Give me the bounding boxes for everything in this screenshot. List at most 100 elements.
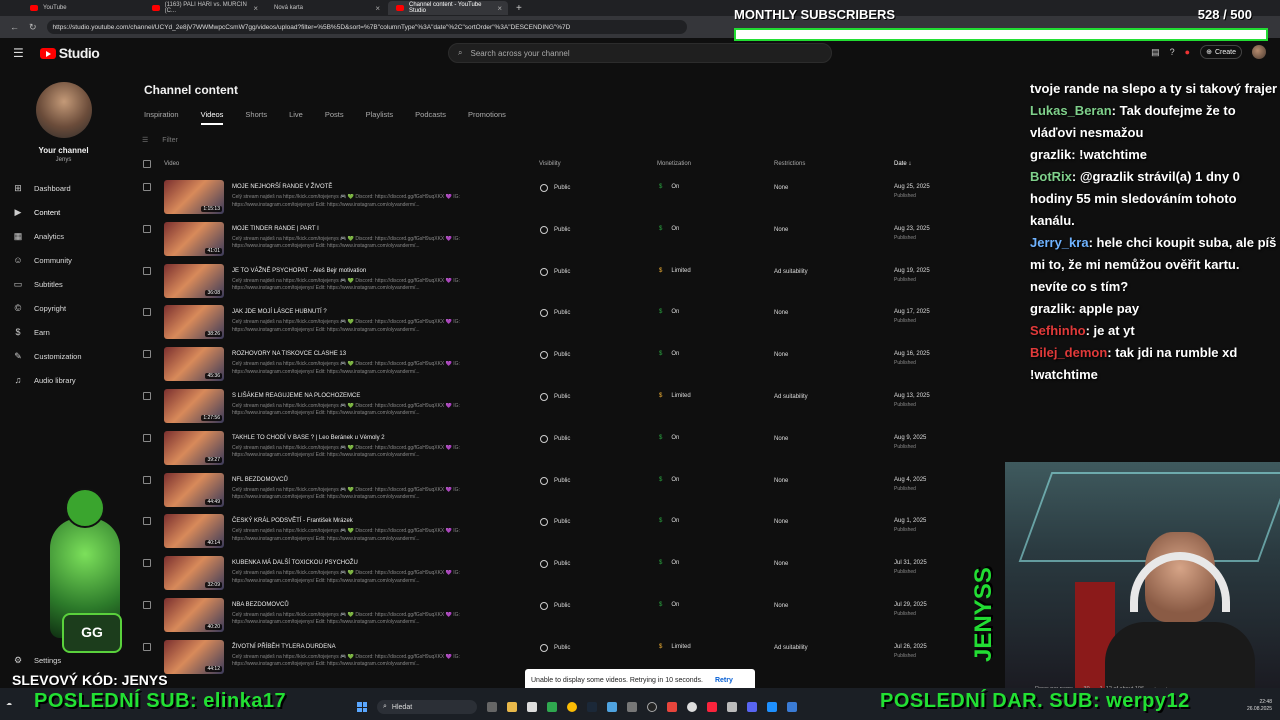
row-checkbox[interactable] <box>143 517 151 526</box>
column-restrictions[interactable]: Restrictions <box>774 161 805 167</box>
monetization-cell[interactable]: $ Limited <box>659 393 691 399</box>
visibility-cell[interactable]: Public <box>540 434 570 443</box>
monetization-cell[interactable]: $ On <box>659 560 679 566</box>
store-icon[interactable] <box>527 702 537 712</box>
video-thumbnail[interactable]: 45:36 <box>164 347 224 382</box>
video-thumbnail[interactable]: 44:49 <box>164 472 224 507</box>
filter-input[interactable]: Filter <box>162 137 178 144</box>
column-date[interactable]: Date ↓ <box>894 161 911 167</box>
steam-icon[interactable] <box>587 702 597 712</box>
visibility-cell[interactable]: Public <box>540 392 570 401</box>
video-thumbnail[interactable]: 32:09 <box>164 556 224 591</box>
filter-bar[interactable]: ☰ Filter <box>142 136 178 145</box>
visibility-cell[interactable]: Public <box>540 225 570 234</box>
video-title[interactable]: NBA BEZDOMOVCŮ <box>232 602 289 608</box>
row-checkbox[interactable] <box>143 266 151 275</box>
video-thumbnail[interactable]: 39:27 <box>164 430 224 465</box>
windows-start-icon[interactable] <box>357 702 367 712</box>
visibility-cell[interactable]: Public <box>540 601 570 610</box>
monetization-cell[interactable]: $ On <box>659 602 679 608</box>
video-title[interactable]: NFL BEZDOMOVCŮ <box>232 477 288 483</box>
reload-icon[interactable]: ↻ <box>29 22 37 33</box>
row-checkbox[interactable] <box>143 391 151 400</box>
video-title[interactable]: KUBENKA MÁ DALŠÍ TOXICKOU PSYCHOŽU <box>232 560 358 566</box>
app-icon[interactable] <box>727 702 737 712</box>
browser-tab[interactable]: (1163) PALI HARI vs. MURCIN (C... × <box>144 1 264 15</box>
app-icon[interactable] <box>687 702 697 712</box>
row-checkbox[interactable] <box>143 433 151 442</box>
visibility-cell[interactable]: Public <box>540 476 570 485</box>
column-monetization[interactable]: Monetization <box>657 161 691 167</box>
visibility-cell[interactable]: Public <box>540 560 570 569</box>
video-title[interactable]: MOJE TINDER RANDE | PART I <box>232 226 319 232</box>
monetization-cell[interactable]: $ On <box>659 351 679 357</box>
sidebar-item-copyright[interactable]: © Copyright <box>0 296 127 320</box>
row-checkbox[interactable] <box>143 559 151 568</box>
video-thumbnail[interactable]: 38:26 <box>164 305 224 340</box>
tab-playlists[interactable]: Playlists <box>366 110 394 125</box>
video-title[interactable]: TAKHLE TO CHODÍ V BASE ? | Leo Beránek u… <box>232 435 385 441</box>
visibility-cell[interactable]: Public <box>540 309 570 318</box>
sidebar-item-analytics[interactable]: ▦ Analytics <box>0 224 127 248</box>
taskbar-search[interactable]: ⌕ Hledat <box>377 700 477 714</box>
sidebar-item-content[interactable]: ▶ Content <box>0 200 127 224</box>
monetization-cell[interactable]: $ On <box>659 226 679 232</box>
app-icon[interactable] <box>607 702 617 712</box>
video-title[interactable]: ROZHOVORY NA TISKOVCE CLASHE 13 <box>232 351 346 357</box>
sidebar-item-earn[interactable]: $ Earn <box>0 320 127 344</box>
obs-icon[interactable] <box>647 702 657 712</box>
video-title[interactable]: S LIŠÁKEM REAGUJEME NA PLOCHOZEMCE <box>232 393 360 399</box>
file-explorer-icon[interactable] <box>507 702 517 712</box>
studio-logo[interactable]: Studio <box>39 45 100 61</box>
row-checkbox[interactable] <box>143 475 151 484</box>
close-tab-icon[interactable]: × <box>375 4 380 13</box>
video-thumbnail[interactable]: 40:14 <box>164 514 224 549</box>
discord-icon[interactable] <box>747 702 757 712</box>
notifications-icon[interactable]: ● <box>1185 47 1190 57</box>
weather-widget[interactable]: ☁ <box>6 700 12 707</box>
tab-inspiration[interactable]: Inspiration <box>144 110 179 125</box>
url-field[interactable]: https://studio.youtube.com/channel/UCYd_… <box>46 20 687 34</box>
sidebar-item-customization[interactable]: ✎ Customization <box>0 344 127 368</box>
row-checkbox[interactable] <box>143 183 151 191</box>
select-all-checkbox[interactable] <box>143 160 151 168</box>
monetization-cell[interactable]: $ On <box>659 309 679 315</box>
video-title[interactable]: ŽIVOTNÍ PŘÍBĚH TYLERA DURDENA <box>232 644 336 650</box>
video-thumbnail[interactable]: 41:01 <box>164 221 224 256</box>
row-checkbox[interactable] <box>143 642 151 651</box>
close-tab-icon[interactable]: × <box>253 4 258 13</box>
help-icon[interactable]: ? <box>1170 47 1175 57</box>
menu-icon[interactable]: ☰ <box>13 46 24 60</box>
filter-icon[interactable]: ☰ <box>142 136 148 144</box>
app-icon[interactable] <box>627 702 637 712</box>
video-thumbnail[interactable]: 1:27:56 <box>164 388 224 423</box>
monetization-cell[interactable]: $ On <box>659 477 679 483</box>
visibility-cell[interactable]: Public <box>540 518 570 527</box>
browser-tab-active[interactable]: Channel content - YouTube Studio × <box>388 1 508 15</box>
app-icon[interactable] <box>767 702 777 712</box>
video-title[interactable]: JE TO VÁŽNĚ PSYCHOPAT - Aleš Bejr motiva… <box>232 268 366 274</box>
row-checkbox[interactable] <box>143 308 151 317</box>
row-checkbox[interactable] <box>143 600 151 609</box>
table-row[interactable]: 1:27:56 S LIŠÁKEM REAGUJEME NA PLOCHOZEMC… <box>127 384 1280 426</box>
visibility-cell[interactable]: Public <box>540 184 570 192</box>
tab-podcasts[interactable]: Podcasts <box>415 110 446 125</box>
music-icon[interactable] <box>707 702 717 712</box>
visibility-cell[interactable]: Public <box>540 351 570 360</box>
app-icon[interactable] <box>667 702 677 712</box>
monetization-cell[interactable]: $ On <box>659 184 679 190</box>
close-tab-icon[interactable]: × <box>497 4 502 13</box>
sidebar-item-audio-library[interactable]: ♫ Audio library <box>0 368 127 392</box>
system-clock[interactable]: 22:48 26.08.2025 <box>1247 699 1272 713</box>
video-thumbnail[interactable]: 40:20 <box>164 597 224 632</box>
xbox-icon[interactable] <box>547 702 557 712</box>
row-checkbox[interactable] <box>143 350 151 359</box>
video-title[interactable]: JAK JDE MOJÍ LÁSCE HUBNUTÍ ? <box>232 309 327 315</box>
tab-live[interactable]: Live <box>289 110 303 125</box>
browser-tab[interactable]: YouTube <box>22 1 142 15</box>
video-thumbnail[interactable]: 36:08 <box>164 263 224 298</box>
row-checkbox[interactable] <box>143 224 151 233</box>
sidebar-item-community[interactable]: ☺ Community <box>0 248 127 272</box>
app-icon[interactable] <box>787 702 797 712</box>
back-icon[interactable]: ← <box>10 22 19 32</box>
